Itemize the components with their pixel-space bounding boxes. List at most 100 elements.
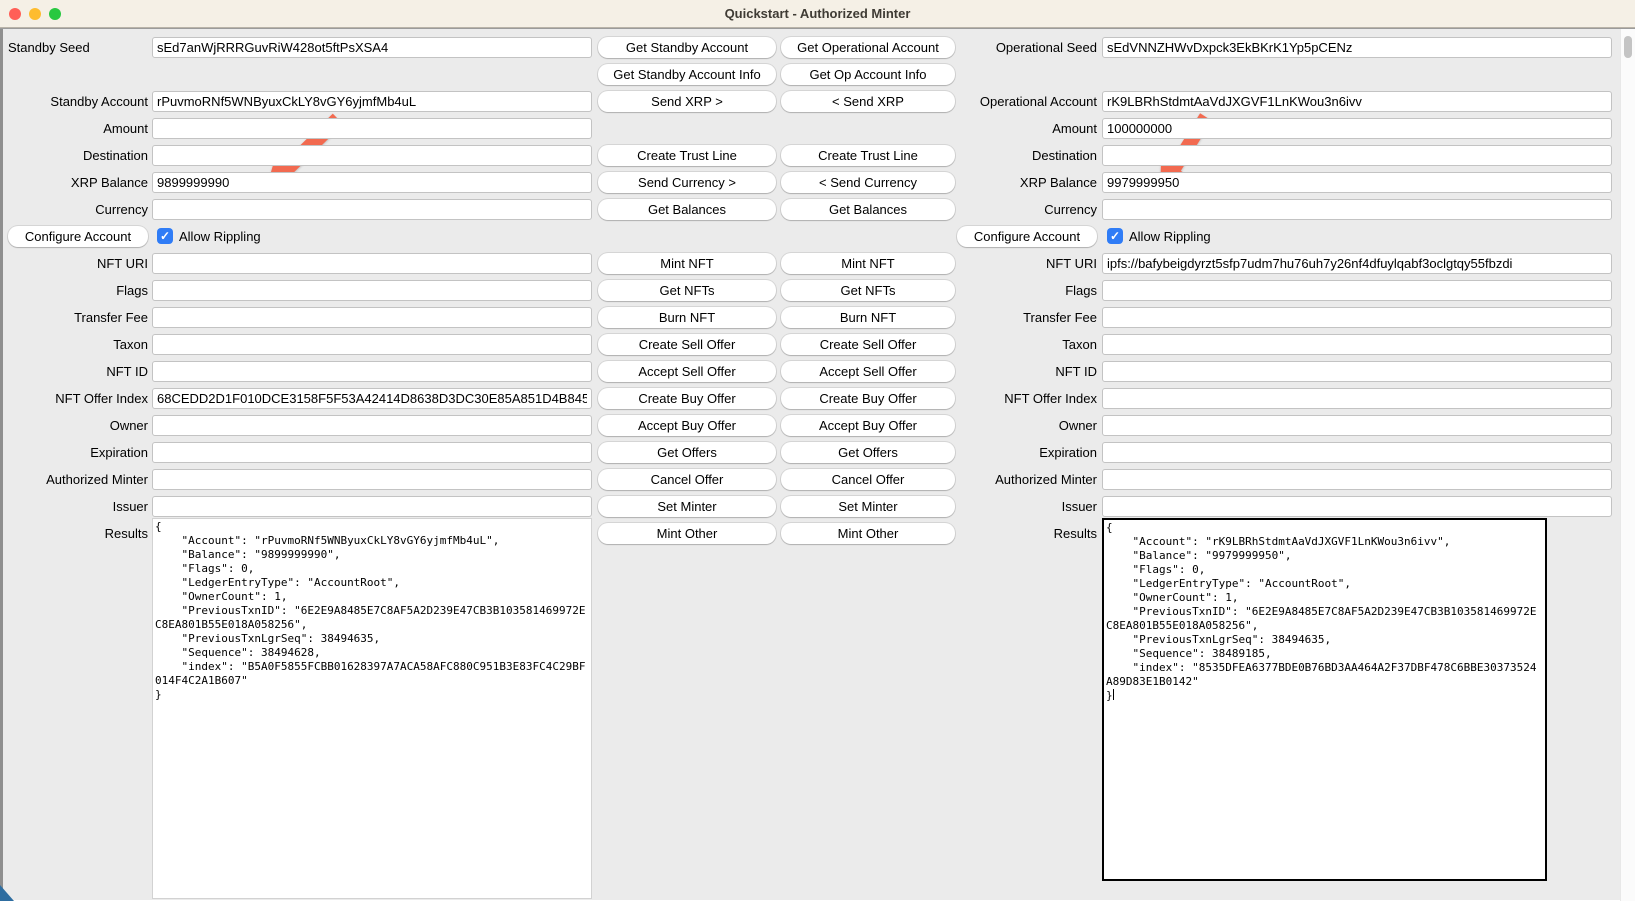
standby-allow-rippling-checkbox[interactable]: ✓ — [157, 228, 173, 244]
standby-authorized-minter-field[interactable] — [152, 469, 592, 490]
operational-nft-offer-index-field[interactable] — [1102, 388, 1612, 409]
standby-burn-nft-button[interactable]: Burn NFT — [598, 307, 776, 328]
operational-currency-field[interactable] — [1102, 199, 1612, 220]
standby-taxon-label: Taxon — [2, 334, 148, 355]
operational-results-text: { "Account": "rK9LBRhStdmtAaVdJXGVF1LnKW… — [1106, 521, 1536, 702]
standby-currency-field[interactable] — [152, 199, 592, 220]
operational-accept-buy-offer-button[interactable]: Accept Buy Offer — [781, 415, 955, 436]
standby-seed-label: Standby Seed — [8, 37, 148, 58]
standby-issuer-field[interactable] — [152, 496, 592, 517]
standby-destination-field[interactable] — [152, 145, 592, 166]
operational-send-xrp-button[interactable]: < Send XRP — [781, 91, 955, 112]
standby-flags-field[interactable] — [152, 280, 592, 301]
window-content: Standby Seed Standby Account Amount Destina… — [0, 28, 1635, 900]
standby-results-label: Results — [2, 523, 148, 544]
operational-get-operational-account-button[interactable]: Get Operational Account — [781, 37, 955, 58]
standby-seed-field[interactable] — [152, 37, 592, 58]
standby-create-buy-offer-button[interactable]: Create Buy Offer — [598, 388, 776, 409]
standby-accept-buy-offer-button[interactable]: Accept Buy Offer — [598, 415, 776, 436]
operational-allow-rippling-label: Allow Rippling — [1129, 226, 1211, 247]
operational-xrp-balance-field[interactable] — [1102, 172, 1612, 193]
operational-expiration-field[interactable] — [1102, 442, 1612, 463]
operational-set-minter-button[interactable]: Set Minter — [781, 496, 955, 517]
operational-create-trust-line-button[interactable]: Create Trust Line — [781, 145, 955, 166]
standby-account-field[interactable] — [152, 91, 592, 112]
standby-set-minter-button[interactable]: Set Minter — [598, 496, 776, 517]
app-window: Quickstart - Authorized Minter Standby S… — [0, 0, 1635, 904]
operational-seed-field[interactable] — [1102, 37, 1612, 58]
standby-results-output[interactable]: { "Account": "rPuvmoRNf5WNByuxCkLY8vGY6y… — [152, 518, 592, 899]
standby-expiration-label: Expiration — [2, 442, 148, 463]
standby-get-standby-account-info-button[interactable]: Get Standby Account Info — [598, 64, 776, 85]
standby-results-text: { "Account": "rPuvmoRNf5WNByuxCkLY8vGY6y… — [155, 520, 585, 701]
operational-send-currency-button[interactable]: < Send Currency — [781, 172, 955, 193]
operational-owner-field[interactable] — [1102, 415, 1612, 436]
operational-nft-uri-field[interactable] — [1102, 253, 1612, 274]
operational-get-offers-button[interactable]: Get Offers — [781, 442, 955, 463]
standby-nft-offer-index-field[interactable] — [152, 388, 592, 409]
text-cursor — [1113, 689, 1114, 700]
standby-amount-label: Amount — [2, 118, 148, 139]
scrollbar-thumb[interactable] — [1624, 36, 1632, 58]
operational-authorized-minter-field[interactable] — [1102, 469, 1612, 490]
standby-amount-field[interactable] — [152, 118, 592, 139]
standby-destination-label: Destination — [2, 145, 148, 166]
standby-get-balances-button[interactable]: Get Balances — [598, 199, 776, 220]
operational-flags-field[interactable] — [1102, 280, 1612, 301]
standby-send-currency-button[interactable]: Send Currency > — [598, 172, 776, 193]
standby-get-standby-account-button[interactable]: Get Standby Account — [598, 37, 776, 58]
standby-authorized-minter-label: Authorized Minter — [2, 469, 148, 490]
operational-cancel-offer-button[interactable]: Cancel Offer — [781, 469, 955, 490]
standby-mint-nft-button[interactable]: Mint NFT — [598, 253, 776, 274]
operational-accept-sell-offer-button[interactable]: Accept Sell Offer — [781, 361, 955, 382]
operational-burn-nft-button[interactable]: Burn NFT — [781, 307, 955, 328]
operational-configure-account-button[interactable]: Configure Account — [957, 226, 1097, 247]
standby-transfer-fee-field[interactable] — [152, 307, 592, 328]
standby-nft-id-label: NFT ID — [2, 361, 148, 382]
standby-send-xrp-button[interactable]: Send XRP > — [598, 91, 776, 112]
standby-xrp-balance-label: XRP Balance — [2, 172, 148, 193]
operational-allow-rippling-checkbox[interactable]: ✓ — [1107, 228, 1123, 244]
standby-expiration-field[interactable] — [152, 442, 592, 463]
standby-owner-label: Owner — [2, 415, 148, 436]
operational-nft-id-field[interactable] — [1102, 361, 1612, 382]
operational-issuer-field[interactable] — [1102, 496, 1612, 517]
titlebar: Quickstart - Authorized Minter — [0, 0, 1635, 28]
standby-flags-label: Flags — [2, 280, 148, 301]
operational-transfer-fee-field[interactable] — [1102, 307, 1612, 328]
standby-owner-field[interactable] — [152, 415, 592, 436]
standby-mint-other-button[interactable]: Mint Other — [598, 523, 776, 544]
window-title: Quickstart - Authorized Minter — [0, 0, 1635, 28]
operational-destination-field[interactable] — [1102, 145, 1612, 166]
operational-account-field[interactable] — [1102, 91, 1612, 112]
operational-results-output[interactable]: { "Account": "rK9LBRhStdmtAaVdJXGVF1LnKW… — [1102, 518, 1547, 881]
standby-nft-uri-field[interactable] — [152, 253, 592, 274]
standby-accept-sell-offer-button[interactable]: Accept Sell Offer — [598, 361, 776, 382]
operational-amount-label: Amount — [900, 118, 1097, 139]
operational-amount-field[interactable] — [1102, 118, 1612, 139]
standby-cancel-offer-button[interactable]: Cancel Offer — [598, 469, 776, 490]
operational-mint-other-button[interactable]: Mint Other — [781, 523, 955, 544]
standby-nft-id-field[interactable] — [152, 361, 592, 382]
operational-get-op-account-info-button[interactable]: Get Op Account Info — [781, 64, 955, 85]
standby-get-offers-button[interactable]: Get Offers — [598, 442, 776, 463]
operational-create-buy-offer-button[interactable]: Create Buy Offer — [781, 388, 955, 409]
operational-mint-nft-button[interactable]: Mint NFT — [781, 253, 955, 274]
vertical-scrollbar[interactable] — [1620, 29, 1635, 901]
operational-taxon-field[interactable] — [1102, 334, 1612, 355]
standby-xrp-balance-field[interactable] — [152, 172, 592, 193]
standby-create-trust-line-button[interactable]: Create Trust Line — [598, 145, 776, 166]
standby-taxon-field[interactable] — [152, 334, 592, 355]
standby-nft-offer-index-label: NFT Offer Index — [2, 388, 148, 409]
blue-corner-decoration — [0, 885, 14, 901]
standby-transfer-fee-label: Transfer Fee — [2, 307, 148, 328]
standby-currency-label: Currency — [2, 199, 148, 220]
standby-nft-uri-label: NFT URI — [2, 253, 148, 274]
standby-configure-account-button[interactable]: Configure Account — [8, 226, 148, 247]
standby-create-sell-offer-button[interactable]: Create Sell Offer — [598, 334, 776, 355]
operational-get-balances-button[interactable]: Get Balances — [781, 199, 955, 220]
standby-get-nfts-button[interactable]: Get NFTs — [598, 280, 776, 301]
operational-create-sell-offer-button[interactable]: Create Sell Offer — [781, 334, 955, 355]
standby-account-label: Standby Account — [2, 91, 148, 112]
operational-get-nfts-button[interactable]: Get NFTs — [781, 280, 955, 301]
